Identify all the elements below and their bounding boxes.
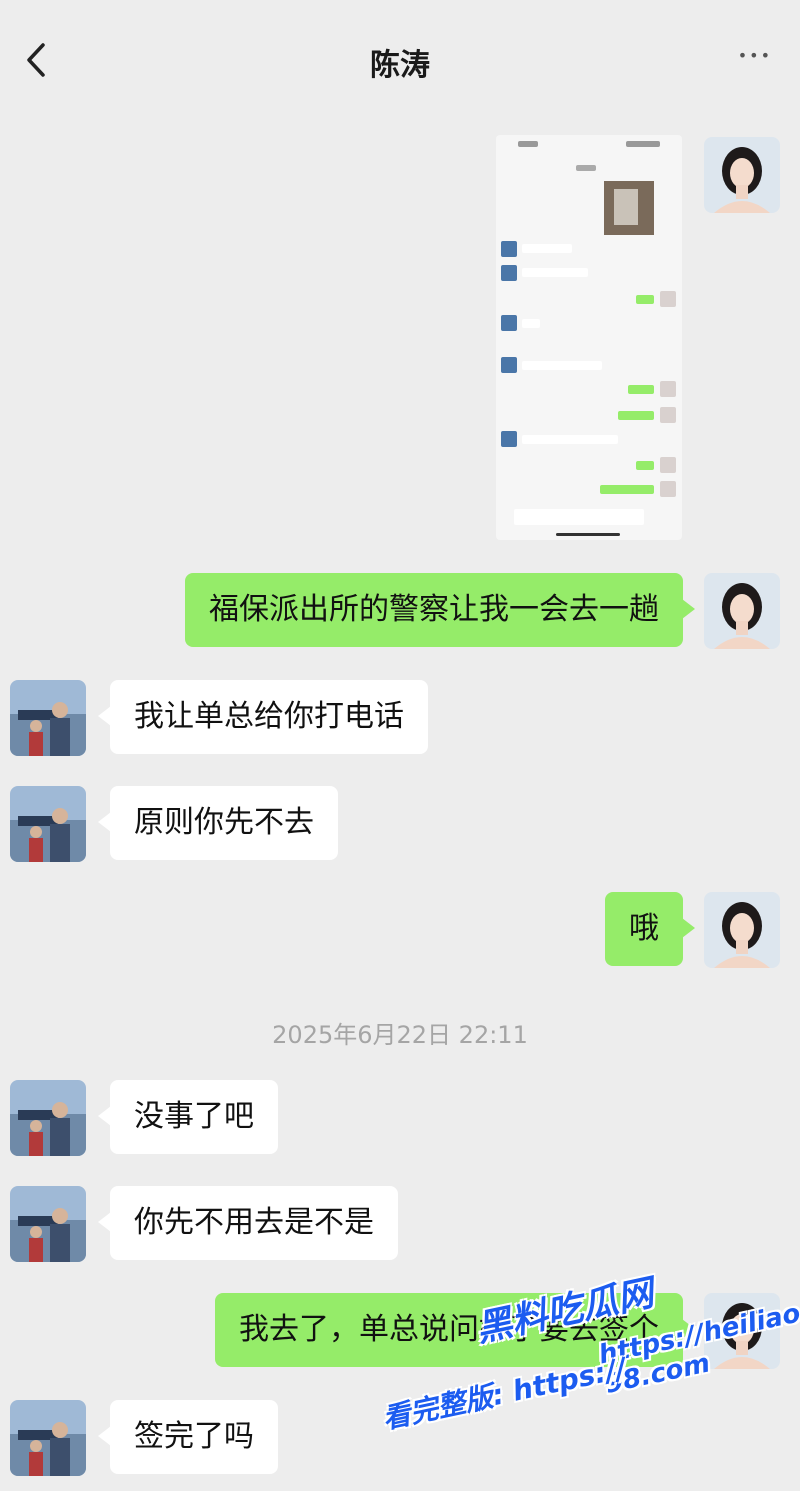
message-bubble[interactable]: 没事了吧	[98, 1080, 278, 1154]
contact-avatar[interactable]	[10, 1400, 86, 1476]
more-icon[interactable]: •••	[738, 46, 772, 65]
chat-title: 陈涛	[370, 48, 430, 83]
contact-avatar[interactable]	[10, 1080, 86, 1156]
message-bubble[interactable]: 福保派出所的警察让我一会去一趟	[185, 573, 695, 647]
my-avatar[interactable]	[704, 573, 780, 649]
message-bubble[interactable]: 你先不用去是不是	[98, 1186, 398, 1260]
chat-timestamp: 2025年6月22日 22:11	[272, 1021, 528, 1049]
my-avatar[interactable]	[704, 892, 780, 968]
message-bubble[interactable]: 我让单总给你打电话	[98, 680, 428, 754]
contact-avatar[interactable]	[10, 1186, 86, 1262]
chat-header: 陈涛 •••	[0, 0, 800, 120]
my-avatar[interactable]	[704, 137, 780, 213]
message-bubble[interactable]: 签完了吗	[98, 1400, 278, 1474]
contact-avatar[interactable]	[10, 786, 86, 862]
message-bubble[interactable]: 原则你先不去	[98, 786, 338, 860]
message-bubble[interactable]: 哦	[605, 892, 695, 966]
screenshot-image[interactable]	[496, 135, 682, 540]
contact-avatar[interactable]	[10, 680, 86, 756]
